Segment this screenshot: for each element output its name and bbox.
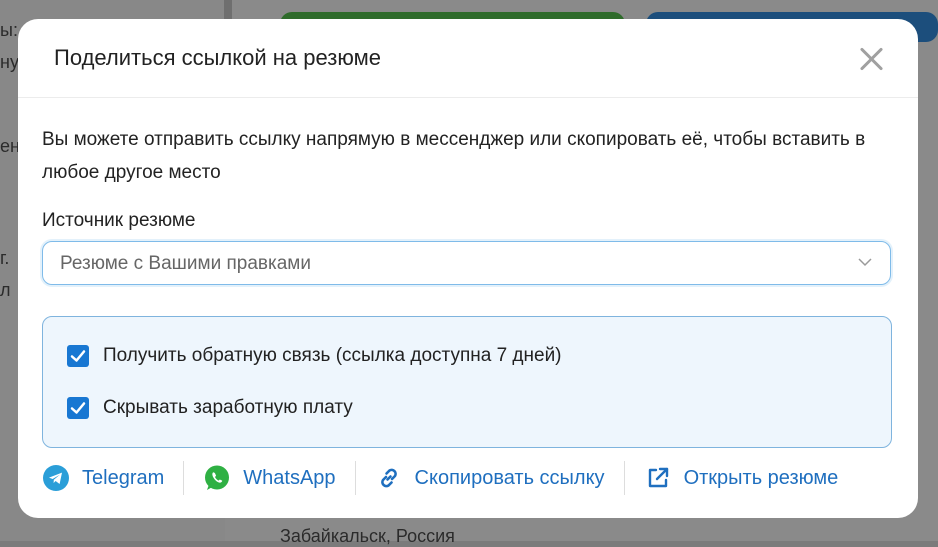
divider	[183, 461, 185, 495]
open-resume-button[interactable]: Открыть резюме	[644, 464, 839, 492]
whatsapp-button[interactable]: WhatsApp	[203, 464, 336, 492]
hide-salary-checkbox[interactable]	[67, 397, 89, 419]
share-resume-modal: Поделиться ссылкой на резюме Вы можете о…	[18, 19, 918, 518]
options-box: Получить обратную связь (ссылка доступна…	[42, 316, 892, 448]
telegram-icon	[42, 464, 70, 492]
modal-header: Поделиться ссылкой на резюме	[18, 19, 918, 98]
option-label: Получить обратную связь (ссылка доступна…	[103, 345, 562, 366]
background-location-text: Забайкальск, Россия	[280, 526, 455, 546]
telegram-label: Telegram	[82, 466, 165, 489]
option-hide-salary[interactable]: Скрывать заработную плату	[67, 396, 353, 420]
link-icon	[375, 464, 403, 492]
divider	[354, 461, 356, 495]
close-icon[interactable]	[858, 46, 884, 72]
modal-title: Поделиться ссылкой на резюме	[54, 45, 381, 70]
telegram-button[interactable]: Telegram	[42, 464, 164, 492]
check-icon	[70, 350, 86, 362]
chevron-down-icon	[858, 258, 872, 267]
background-fragment: ну	[0, 52, 19, 72]
open-resume-label: Открыть резюме	[683, 466, 839, 489]
modal-description: Вы можете отправить ссылку напрямую в ме…	[42, 129, 866, 183]
source-select-value: Резюме с Вашими правками	[60, 253, 311, 274]
copy-link-button[interactable]: Скопировать ссылку	[375, 464, 605, 492]
external-link-icon	[644, 464, 672, 492]
option-label: Скрывать заработную плату	[103, 397, 353, 418]
background-fragment: л	[0, 280, 11, 300]
share-actions: Telegram WhatsApp Скопировать ссылку Отк…	[42, 460, 838, 496]
background-fragment: ы:	[0, 20, 18, 40]
copy-link-label: Скопировать ссылку	[414, 466, 605, 489]
feedback-checkbox[interactable]	[67, 345, 89, 367]
divider	[623, 461, 625, 495]
source-label: Источник резюме	[42, 210, 196, 231]
background-fragment: г.	[0, 248, 10, 268]
background-fragment: ен	[0, 136, 20, 156]
whatsapp-label: WhatsApp	[243, 466, 336, 489]
option-feedback[interactable]: Получить обратную связь (ссылка доступна…	[67, 344, 562, 368]
check-icon	[70, 402, 86, 414]
whatsapp-icon	[203, 464, 231, 492]
source-select[interactable]: Резюме с Вашими правками	[42, 241, 891, 285]
